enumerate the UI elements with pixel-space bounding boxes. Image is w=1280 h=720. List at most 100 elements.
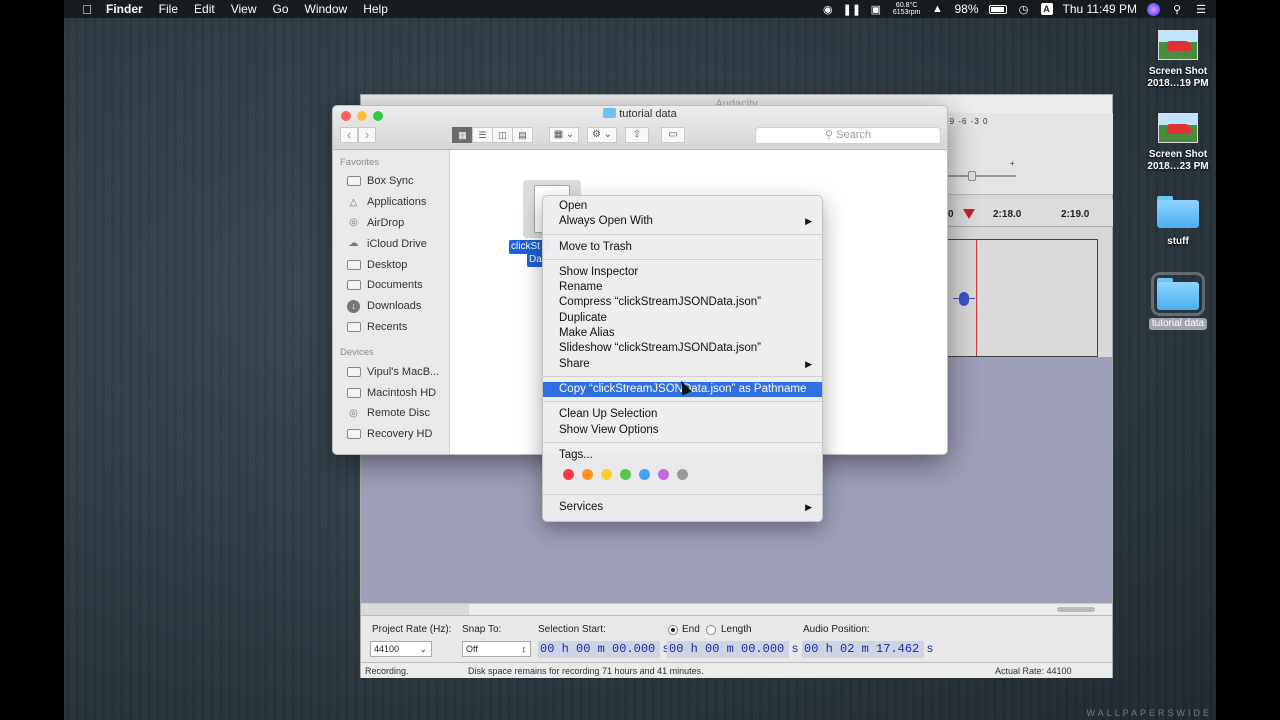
chevron-down-icon: ⌄ xyxy=(419,644,427,654)
project-rate-select[interactable]: 44100 ⌄ xyxy=(370,641,432,657)
tag-color-dot[interactable] xyxy=(601,469,612,481)
menu-item-show-view-options[interactable]: Show View Options xyxy=(543,423,822,438)
temperature-value: 60.8°C xyxy=(895,2,918,9)
playback-volume-slider[interactable] xyxy=(946,171,1016,181)
desktop-screenshot-1[interactable]: Screen Shot 2018…19 PM xyxy=(1138,30,1216,90)
spotlight-search-icon[interactable]: ⚲ xyxy=(1170,3,1184,16)
sidebar-item-macbook[interactable]: Vipul's MacB... xyxy=(333,361,449,382)
menu-item-slideshow[interactable]: Slideshow “clickStreamJSONData.json” xyxy=(543,341,822,356)
scrollbar-thumb[interactable] xyxy=(1057,607,1095,612)
desktop-screenshot-2[interactable]: Screen Shot 2018…23 PM xyxy=(1138,113,1216,173)
sidebar-item-applications[interactable]: △ Applications xyxy=(333,192,449,213)
sidebar-item-box-sync[interactable]: Box Sync xyxy=(333,171,449,192)
screenshot-thumbnail xyxy=(1158,113,1198,143)
menu-item-make-alias[interactable]: Make Alias xyxy=(543,326,822,341)
input-source-icon[interactable]: A xyxy=(1040,3,1053,15)
time-machine-icon[interactable]: ◷ xyxy=(1017,3,1031,16)
audio-position-time[interactable]: 00 h 02 m 17.462 s xyxy=(802,641,934,658)
sidebar-item-downloads[interactable]: ↓ Downloads xyxy=(333,296,449,317)
column-view-button[interactable]: ◫ xyxy=(492,127,513,143)
menu-item-services[interactable]: Services ▶ xyxy=(543,500,822,515)
length-radio[interactable] xyxy=(706,625,716,635)
clock[interactable]: Thu 11:49 PM xyxy=(1063,2,1137,16)
sidebar-item-icloud-drive[interactable]: ☁ iCloud Drive xyxy=(333,233,449,254)
menu-item-clean-up-selection[interactable]: Clean Up Selection xyxy=(543,407,822,422)
end-label: End xyxy=(682,624,700,635)
tag-color-dot[interactable] xyxy=(677,469,688,481)
horizontal-scrollbar[interactable] xyxy=(361,603,1112,615)
slider-plus: + xyxy=(1010,159,1016,168)
sidebar-item-recents[interactable]: Recents xyxy=(333,317,449,338)
edit-tags-button[interactable]: ▭ xyxy=(661,127,685,143)
group-by-button[interactable]: ▦ ⌄ xyxy=(549,127,579,143)
tag-color-dot[interactable] xyxy=(582,469,593,481)
hard-drive-icon xyxy=(346,429,361,440)
menu-app-finder[interactable]: Finder xyxy=(106,2,143,16)
wifi-icon[interactable]: ▲ xyxy=(930,3,944,15)
desktop-icon-label-line2: 2018…23 PM xyxy=(1147,161,1209,172)
forward-button[interactable]: › xyxy=(358,127,376,143)
view-mode-segment: ▦ ☰ ◫ ▤ xyxy=(452,127,533,143)
sidebar-item-recovery-hd[interactable]: Recovery HD xyxy=(333,424,449,445)
selection-start-time[interactable]: 00 h 00 m 00.000 s xyxy=(538,641,670,658)
menu-item-always-open-with[interactable]: Always Open With ▶ xyxy=(543,214,822,229)
sidebar-item-macintosh-hd[interactable]: Macintosh HD xyxy=(333,382,449,403)
sidebar-item-label: Box Sync xyxy=(367,175,414,188)
waveform xyxy=(953,292,975,306)
status-right: Actual Rate: 44100 xyxy=(995,666,1072,676)
sidebar-item-remote-disc[interactable]: ◎ Remote Disc xyxy=(333,403,449,424)
menu-item-move-to-trash[interactable]: Move to Trash xyxy=(543,240,822,255)
sidebar-item-documents[interactable]: Documents xyxy=(333,275,449,296)
menu-file[interactable]: File xyxy=(159,2,178,16)
menu-separator xyxy=(543,401,822,403)
battery-icon[interactable] xyxy=(988,4,1007,14)
menu-go[interactable]: Go xyxy=(273,2,289,16)
menu-window[interactable]: Window xyxy=(305,2,348,16)
menu-item-tags[interactable]: Tags... xyxy=(543,448,822,463)
menu-item-open[interactable]: Open xyxy=(543,199,822,214)
tag-color-dot[interactable] xyxy=(563,469,574,481)
screen-icon[interactable]: ▣ xyxy=(869,3,883,16)
pause-bars-icon[interactable]: ❚❚ xyxy=(843,3,861,16)
tag-color-dot[interactable] xyxy=(658,469,669,481)
menu-item-compress[interactable]: Compress “clickStreamJSONData.json” xyxy=(543,295,822,310)
slider-thumb[interactable] xyxy=(968,171,976,181)
audio-track[interactable] xyxy=(946,239,1098,357)
timeline-ruler[interactable]: 0 2:18.0 2:19.0 xyxy=(946,199,1113,227)
downloads-icon: ↓ xyxy=(346,299,361,313)
laptop-icon xyxy=(346,366,361,377)
desktop-folder-tutorial-data[interactable]: tutorial data xyxy=(1138,272,1216,330)
search-field[interactable]: ⚲ Search xyxy=(755,127,941,144)
menu-view[interactable]: View xyxy=(231,2,257,16)
siri-icon[interactable] xyxy=(1147,2,1160,16)
end-radio[interactable] xyxy=(668,625,678,635)
menu-item-duplicate[interactable]: Duplicate xyxy=(543,311,822,326)
share-button[interactable]: ⇧ xyxy=(625,127,649,143)
selection-end-time[interactable]: 00 h 00 m 00.000 s xyxy=(667,641,799,658)
gallery-view-button[interactable]: ▤ xyxy=(512,127,533,143)
notification-center-icon[interactable]: ☰ xyxy=(1194,3,1208,16)
battery-percent[interactable]: 98% xyxy=(954,2,978,16)
menu-edit[interactable]: Edit xyxy=(194,2,215,16)
icon-view-button[interactable]: ▦ xyxy=(452,127,473,143)
tag-color-dot[interactable] xyxy=(620,469,631,481)
snap-to-select[interactable]: Off ↕ xyxy=(462,641,531,657)
desktop-folder-stuff[interactable]: stuff xyxy=(1138,196,1216,248)
temperature-readout[interactable]: 60.8°C 6153rpm xyxy=(893,2,921,16)
action-gear-button[interactable]: ⚙ ⌄ xyxy=(587,127,617,143)
menu-item-show-inspector[interactable]: Show Inspector xyxy=(543,265,822,280)
list-view-button[interactable]: ☰ xyxy=(472,127,493,143)
play-head-marker[interactable] xyxy=(963,209,975,219)
menu-item-rename[interactable]: Rename xyxy=(543,280,822,295)
sidebar-item-airdrop[interactable]: ◎ AirDrop xyxy=(333,213,449,234)
sidebar-item-desktop[interactable]: Desktop xyxy=(333,254,449,275)
wallpaper-watermark: WALLPAPERSWIDE xyxy=(1086,708,1212,718)
record-icon[interactable]: ◉ xyxy=(821,3,835,16)
menu-help[interactable]: Help xyxy=(363,2,388,16)
menu-item-share[interactable]: Share ▶ xyxy=(543,357,822,372)
apple-menu-icon[interactable]:  xyxy=(80,2,94,17)
back-button[interactable]: ‹ xyxy=(340,127,358,143)
tag-color-dot[interactable] xyxy=(639,469,650,481)
finder-titlebar[interactable]: tutorial data ‹ › ▦ ☰ ◫ ▤ ▦ ⌄ ⚙ ⌄ ⇧ ▭ ⚲ … xyxy=(333,106,947,150)
scrollbar-track xyxy=(361,604,469,615)
